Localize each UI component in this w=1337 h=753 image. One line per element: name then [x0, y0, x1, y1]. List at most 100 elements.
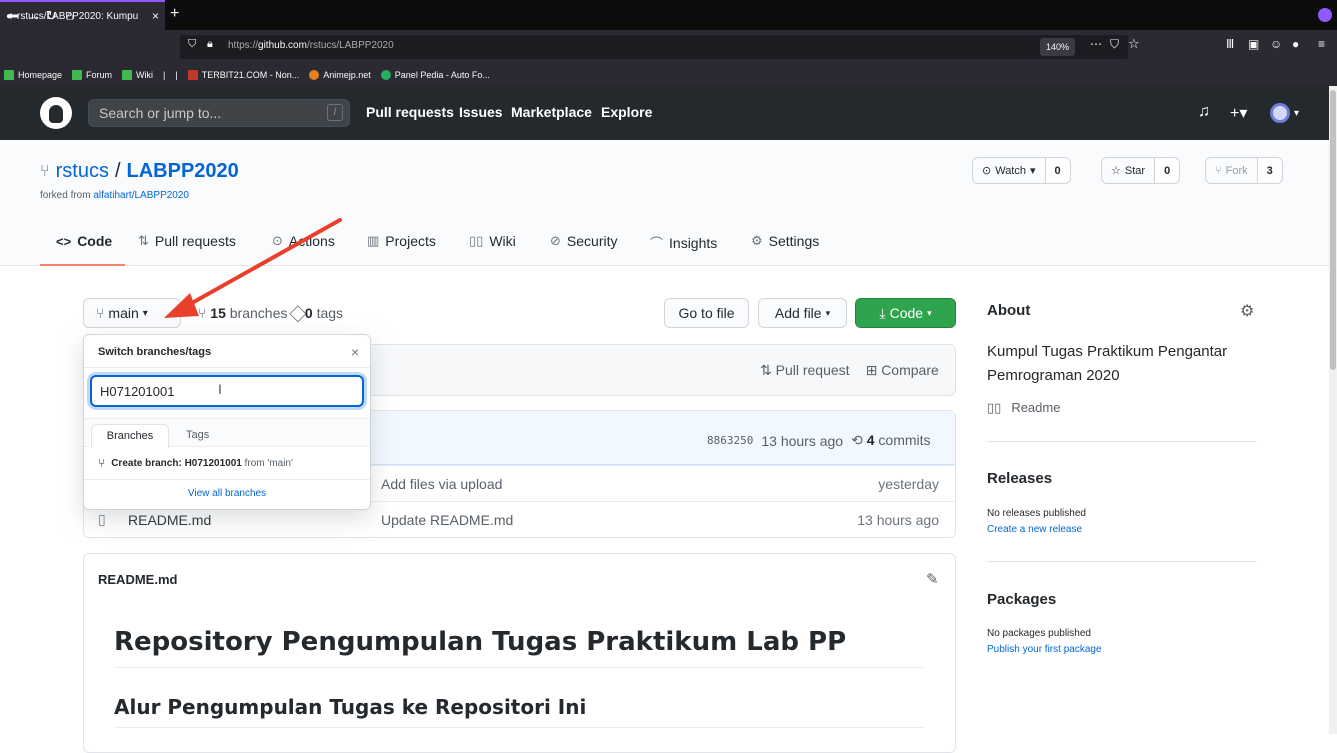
heading-divider — [114, 727, 924, 728]
nav-explore[interactable]: Explore — [601, 104, 652, 120]
page-actions-icon[interactable]: ⋯ — [1090, 37, 1102, 51]
zoom-level[interactable]: 140% — [1040, 38, 1076, 56]
add-file-label: Add file — [774, 305, 822, 321]
file-commit-message[interactable]: Add files via upload — [381, 476, 502, 492]
branches-label: branches — [225, 305, 288, 321]
file-commit-message[interactable]: Update README.md — [381, 512, 513, 528]
compare-link[interactable]: ⊞ Compare — [866, 362, 939, 379]
tab-code[interactable]: <> Code — [56, 233, 112, 249]
browser-extension-icon[interactable] — [1318, 8, 1332, 22]
star-count[interactable]: 0 — [1155, 158, 1180, 183]
tab-actions[interactable]: ⊙ Actions — [272, 233, 335, 249]
scrollbar-thumb[interactable] — [1330, 90, 1336, 370]
commit-sha[interactable]: 8863250 — [707, 434, 753, 447]
menu-icon[interactable]: ≡ — [1318, 37, 1325, 51]
github-logo-icon[interactable] — [40, 97, 72, 129]
fork-button[interactable]: ⑂ Fork 3 — [1205, 157, 1283, 184]
bookmark-star-icon[interactable]: ☆ — [1128, 36, 1140, 52]
bookmark-item[interactable]: Wiki — [122, 70, 153, 80]
bookmark-item[interactable]: Homepage — [4, 70, 62, 80]
close-tab-icon[interactable]: × — [152, 9, 159, 23]
compare-links: ⇅ Pull request ⊞ Compare — [760, 362, 939, 379]
pocket-icon[interactable]: ⛉ — [1110, 37, 1119, 52]
new-tab-button[interactable]: + — [170, 5, 179, 23]
tab-pull-requests[interactable]: ⇅ Pull requests — [138, 233, 236, 249]
readme-link[interactable]: ▯▯ Readme — [987, 400, 1060, 416]
add-file-button[interactable]: Add file ▾ — [758, 298, 847, 328]
releases-title[interactable]: Releases — [987, 470, 1052, 487]
star-label[interactable]: ☆ Star — [1102, 158, 1156, 183]
tab-settings[interactable]: ⚙ Settings — [751, 233, 819, 249]
watch-count[interactable]: 0 — [1045, 158, 1070, 183]
tags-link[interactable]: ⃟ 0 tags — [301, 305, 343, 322]
watch-label[interactable]: ⊙ Watch ▾ — [973, 158, 1046, 183]
gear-icon[interactable]: ⚙ — [1240, 301, 1254, 321]
chevron-down-icon[interactable]: ▾ — [1294, 108, 1299, 119]
branch-select-button[interactable]: ⑂ main ▾ — [83, 298, 181, 328]
library-icon[interactable]: Ⅲ — [1226, 37, 1234, 51]
sidebar-icon[interactable]: ▣ — [1248, 37, 1259, 51]
tab-label: Settings — [768, 233, 820, 249]
commits-link[interactable]: ⟲ 4 commits — [851, 432, 930, 449]
url-host: github.com — [258, 40, 307, 51]
repo-name-link[interactable]: LABPP2020 — [127, 160, 239, 183]
pull-request-link[interactable]: ⇅ Pull request — [760, 362, 850, 379]
publish-package-link[interactable]: Publish your first package — [987, 644, 1102, 655]
star-button[interactable]: ☆ Star 0 — [1101, 157, 1181, 184]
bookmark-item[interactable]: Animejp.net — [309, 70, 371, 80]
reload-icon[interactable]: ↻ — [46, 8, 57, 24]
bookmark-item[interactable]: Panel Pedia - Auto Fo... — [380, 70, 490, 80]
code-download-button[interactable]: ⤓ Code ▾ — [855, 298, 956, 328]
avatar[interactable] — [1270, 103, 1290, 123]
extension-icon[interactable]: ● — [1292, 37, 1299, 51]
create-branch-item[interactable]: ⑂ Create branch: H071201001 from 'main' — [98, 456, 293, 470]
create-branch-name: H071201001 — [184, 457, 242, 469]
view-all-branches-link[interactable]: View all branches — [84, 488, 370, 499]
fork-count[interactable]: 3 — [1257, 158, 1282, 183]
bookmark-item[interactable]: TERBIT21.COM - Non... — [187, 70, 299, 80]
download-icon: ⤓ — [879, 304, 886, 321]
repo-owner-link[interactable]: rstucs — [56, 160, 109, 183]
go-to-file-button[interactable]: Go to file — [664, 298, 749, 328]
url-prefix: https:// — [228, 40, 259, 51]
forward-icon[interactable]: → — [28, 8, 41, 23]
compare-label: Compare — [881, 362, 939, 378]
commit-age[interactable]: 13 hours ago — [761, 433, 843, 449]
tab-insights[interactable]: ⌒ Insights — [650, 233, 717, 252]
tab-security[interactable]: ⊘ Security — [550, 233, 617, 249]
shield-icon[interactable]: ⛉ — [188, 38, 196, 51]
close-icon[interactable]: × — [351, 344, 359, 360]
star-text: Star — [1124, 164, 1146, 177]
browser-tab[interactable]: ● rstucs/LABPP2020: Kumpu × — [0, 0, 165, 30]
nav-pull-requests[interactable]: Pull requests — [366, 104, 454, 120]
bookmark-item[interactable]: Forum — [72, 70, 112, 80]
packages-title[interactable]: Packages — [987, 591, 1056, 608]
pull-request-icon: ⇅ — [138, 233, 149, 248]
file-name[interactable]: README.md — [128, 512, 211, 528]
tab-projects[interactable]: ▥ Projects — [367, 233, 436, 249]
notifications-bell-icon[interactable]: ♫ — [1198, 103, 1210, 121]
home-icon[interactable]: ⌂ — [66, 8, 74, 23]
edit-pencil-icon[interactable]: ✎ — [926, 570, 939, 588]
branch-filter-input[interactable] — [90, 375, 364, 407]
url-text[interactable]: https://github.com/rstucs/LABPP2020 — [228, 40, 394, 51]
tab-branches[interactable]: Branches — [91, 424, 169, 448]
nav-issues[interactable]: Issues — [459, 104, 503, 120]
lock-icon[interactable]: 🔒︎ — [207, 38, 213, 51]
create-release-link[interactable]: Create a new release — [987, 524, 1082, 535]
fork-label[interactable]: ⑂ Fork — [1206, 158, 1258, 183]
tab-wiki[interactable]: ▯▯ Wiki — [469, 233, 516, 249]
tab-label: Code — [77, 233, 113, 249]
search-input[interactable]: Search or jump to... — [88, 99, 350, 127]
account-icon[interactable]: ☺ — [1270, 37, 1282, 51]
tab-label: Wiki — [489, 233, 516, 249]
create-new-plus-icon[interactable]: +▾ — [1230, 103, 1247, 123]
nav-marketplace[interactable]: Marketplace — [511, 104, 592, 120]
back-icon[interactable]: ⬅ — [8, 8, 19, 24]
branches-link[interactable]: ⑂ 15 branches — [198, 305, 287, 321]
watch-button[interactable]: ⊙ Watch ▾ 0 — [972, 157, 1071, 184]
bookmark-label: Animejp.net — [323, 70, 371, 80]
forked-from-link[interactable]: alfatihart/LABPP2020 — [93, 190, 189, 201]
tab-tags[interactable]: Tags — [186, 429, 209, 441]
history-icon: ⟲ — [851, 432, 863, 448]
